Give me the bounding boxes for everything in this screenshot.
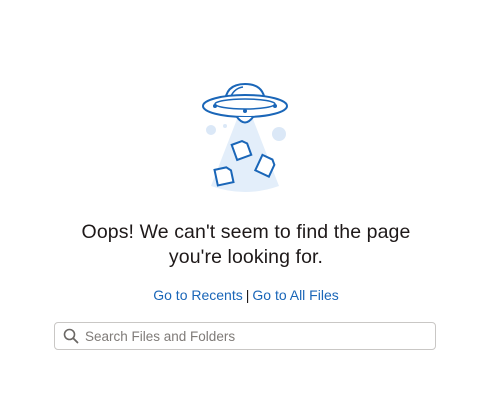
not-found-page: Oops! We can't seem to find the page you…	[0, 0, 485, 418]
navigation-links: Go to Recents | Go to All Files	[0, 286, 485, 304]
error-message: Oops! We can't seem to find the page you…	[0, 220, 485, 270]
ufo-light	[213, 104, 217, 108]
ufo-light	[243, 109, 247, 113]
ufo-illustration-icon	[202, 82, 288, 192]
go-to-all-files-link[interactable]: Go to All Files	[252, 287, 338, 303]
search-icon	[63, 328, 79, 344]
error-message-line-2: you're looking for.	[168, 246, 324, 268]
error-message-line-1: Oops! We can't seem to find the page	[81, 221, 411, 243]
floating-file-icon	[213, 166, 235, 187]
decor-dot	[223, 124, 227, 128]
link-separator: |	[245, 287, 250, 303]
decor-dot	[272, 127, 286, 141]
ufo-light	[273, 104, 277, 108]
search-box[interactable]	[54, 322, 436, 350]
go-to-recents-link[interactable]: Go to Recents	[153, 287, 243, 303]
decor-dot	[206, 125, 216, 135]
search-input[interactable]	[85, 323, 425, 349]
